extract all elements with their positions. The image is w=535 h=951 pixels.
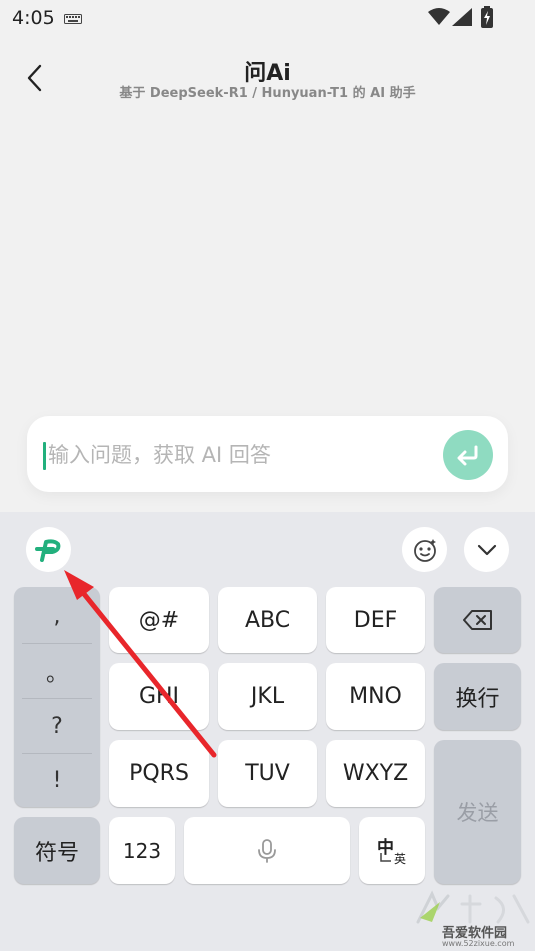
emoji-button[interactable] <box>402 527 447 572</box>
key-wxyz[interactable]: WXYZ <box>326 740 425 807</box>
key-mno[interactable]: MNO <box>326 663 425 730</box>
key-abc[interactable]: ABC <box>218 587 317 653</box>
hide-keyboard-button[interactable] <box>464 527 509 572</box>
text-caret <box>43 442 46 470</box>
punct-exclamation-key[interactable]: ! <box>14 753 100 808</box>
backspace-key[interactable] <box>434 587 521 653</box>
key-def[interactable]: DEF <box>326 587 425 653</box>
page-subtitle: 基于 DeepSeek-R1 / Hunyuan-T1 的 AI 助手 <box>119 86 416 101</box>
key-pqrs[interactable]: PQRS <box>109 740 209 807</box>
battery-charging-icon <box>481 6 493 28</box>
punctuation-column: , 。 ? ! <box>14 587 100 807</box>
punct-question-key[interactable]: ? <box>14 699 100 754</box>
microphone-icon <box>258 838 276 863</box>
ime-logo-icon <box>34 538 60 562</box>
switch-arrow-icon <box>380 853 391 862</box>
enter-arrow-icon <box>457 445 478 466</box>
lang-en-label: 英 <box>394 852 407 866</box>
question-input[interactable] <box>48 438 428 472</box>
chevron-down-icon <box>477 544 496 555</box>
key-symbols-at[interactable]: @# <box>109 587 209 653</box>
status-time: 4:05 <box>12 7 55 29</box>
backspace-icon <box>462 610 492 630</box>
newline-key[interactable]: 换行 <box>434 663 521 730</box>
key-jkl[interactable]: JKL <box>218 663 317 730</box>
signal-icon <box>452 8 472 26</box>
watermark-url: www.52zixue.com <box>442 939 515 948</box>
key-ghi[interactable]: GHI <box>109 663 209 730</box>
keyboard-status-icon <box>64 14 82 24</box>
language-switch-key[interactable]: 中 英 <box>359 817 425 884</box>
space-voice-key[interactable] <box>184 817 350 884</box>
numbers-key[interactable]: 123 <box>109 817 175 884</box>
key-tuv[interactable]: TUV <box>218 740 317 807</box>
punct-comma-key[interactable]: , <box>14 589 100 644</box>
punct-period-key[interactable]: 。 <box>14 644 100 699</box>
symbols-key[interactable]: 符号 <box>14 817 100 884</box>
ime-logo-button[interactable] <box>26 527 71 572</box>
watermark-logo: 吾爱软件园 www.52zixue.com <box>410 888 535 951</box>
send-question-button[interactable] <box>443 430 493 480</box>
smiley-face-icon <box>413 538 436 562</box>
send-key[interactable]: 发送 <box>434 740 521 884</box>
wifi-icon <box>428 8 450 25</box>
